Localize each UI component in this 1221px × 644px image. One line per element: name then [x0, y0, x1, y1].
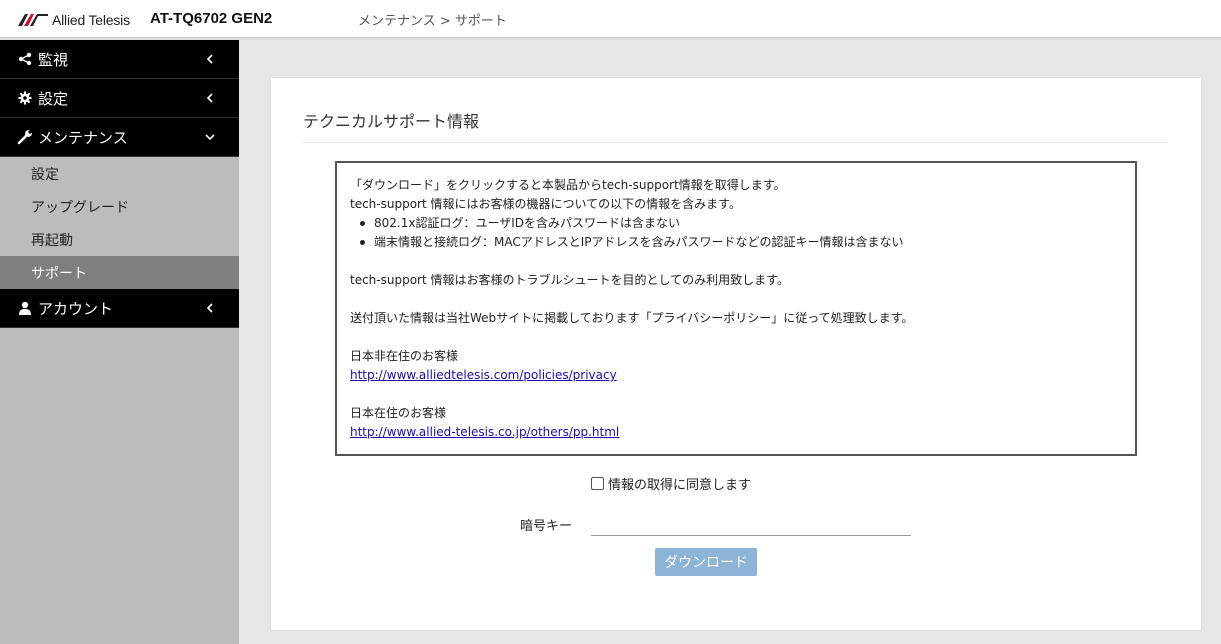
consent-checkbox-row[interactable]: 情報の取得に同意します [591, 474, 751, 493]
consent-label: 情報の取得に同意します [608, 478, 752, 493]
info-policy-text: 送付頂いた情報は当社Webサイトに掲載しております「プライバシーポリシー」に従っ… [350, 311, 914, 325]
non-japan-label: 日本非在住のお客様 [350, 349, 459, 363]
privacy-link-global[interactable]: http://www.alliedtelesis.com/policies/pr… [350, 368, 617, 382]
info-purpose-text: tech-support 情報はお客様のトラブルシュートを目的としてのみ利用致し… [350, 273, 789, 287]
sidebar-item-monitor[interactable]: 監視 [0, 40, 239, 79]
support-panel: テクニカルサポート情報 「ダウンロード」をクリックすると本製品からtech-su… [271, 78, 1201, 630]
info-download-text: 「ダウンロード」をクリックすると本製品からtech-support情報を取得しま… [350, 178, 786, 192]
chevron-left-icon [203, 52, 217, 66]
list-item: 802.1x認証ログ：ユーザIDを含みパスワードは含まない [360, 214, 1122, 233]
logo-mark-icon [18, 14, 48, 26]
page-title: テクニカルサポート情報 [303, 112, 480, 131]
share-icon [16, 52, 34, 66]
encryption-key-input[interactable] [591, 509, 911, 536]
sidebar-item-label: 監視 [38, 50, 69, 69]
sidebar: 監視 設定 メンテナンス 設定 アップグレード 再起動 サポート アカウント [0, 40, 239, 644]
top-header: Allied Telesis AT-TQ6702 GEN2 メンテナンス > サ… [0, 0, 1221, 38]
sidebar-item-account[interactable]: アカウント [0, 289, 239, 328]
sidebar-item-settings[interactable]: 設定 [0, 79, 239, 118]
privacy-link-japan[interactable]: http://www.allied-telesis.co.jp/others/p… [350, 425, 619, 439]
chevron-down-icon [203, 130, 217, 144]
sidebar-item-label: 設定 [38, 89, 69, 108]
allied-telesis-logo: Allied Telesis [18, 10, 130, 30]
support-info-box: 「ダウンロード」をクリックすると本製品からtech-support情報を取得しま… [335, 161, 1137, 456]
sidebar-subitem-upgrade[interactable]: アップグレード [0, 190, 239, 223]
encryption-key-label: 暗号キー [520, 519, 573, 534]
chevron-left-icon [203, 301, 217, 315]
user-icon [16, 301, 34, 315]
sidebar-subitem-settings[interactable]: 設定 [0, 157, 239, 190]
gear-icon [16, 91, 34, 105]
title-divider [303, 142, 1168, 143]
wrench-icon [16, 129, 34, 145]
list-item: 端末情報と接続ログ：MACアドレスとIPアドレスを含みパスワードなどの認証キー情… [360, 233, 1122, 252]
chevron-left-icon [203, 91, 217, 105]
breadcrumb: メンテナンス > サポート [358, 14, 507, 29]
device-model: AT-TQ6702 GEN2 [150, 10, 273, 27]
info-contents-text: tech-support 情報にはお客様の機器についての以下の情報を含みます。 [350, 197, 741, 211]
logo-text: Allied Telesis [52, 12, 130, 28]
sidebar-item-maintenance[interactable]: メンテナンス [0, 118, 239, 157]
sidebar-item-label: アカウント [38, 299, 114, 318]
consent-checkbox[interactable] [591, 477, 604, 490]
download-button[interactable]: ダウンロード [655, 548, 757, 576]
japan-label: 日本在住のお客様 [350, 406, 447, 420]
sidebar-item-label: メンテナンス [38, 128, 128, 147]
info-bullet-list: 802.1x認証ログ：ユーザIDを含みパスワードは含まない 端末情報と接続ログ：… [360, 214, 1122, 252]
sidebar-subitem-reboot[interactable]: 再起動 [0, 223, 239, 256]
sidebar-subitem-support[interactable]: サポート [0, 256, 239, 289]
